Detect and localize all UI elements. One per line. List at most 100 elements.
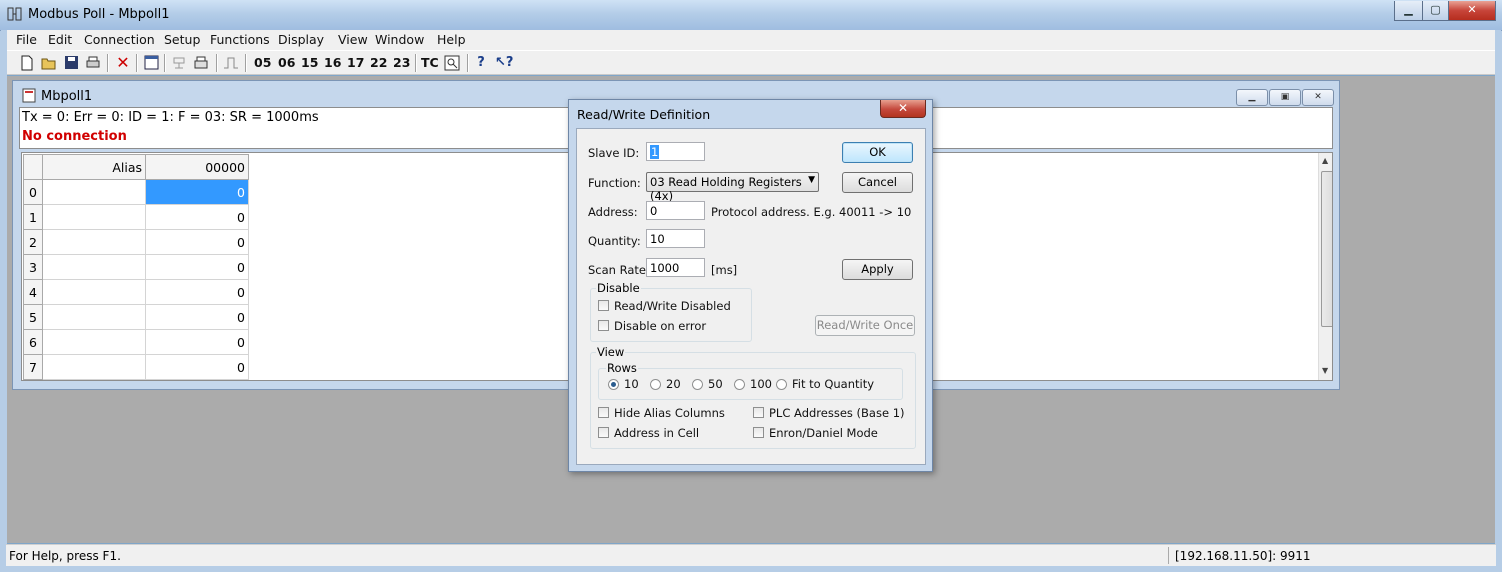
alias-cell[interactable] <box>42 304 146 330</box>
tc-button[interactable]: TC <box>421 55 439 70</box>
menu-file[interactable]: File <box>16 32 37 47</box>
hide-alias-checkbox[interactable] <box>598 407 609 418</box>
table-row[interactable]: 60 <box>23 329 249 355</box>
row-header[interactable]: 1 <box>23 204 43 230</box>
slave-id-field[interactable]: 1 <box>646 142 705 161</box>
table-row[interactable]: 30 <box>23 254 249 280</box>
column-header-alias[interactable]: Alias <box>42 154 146 180</box>
menu-help[interactable]: Help <box>437 32 466 47</box>
read-write-definition-dialog[interactable]: Read/Write Definition ✕ Slave ID: 1 OK F… <box>568 99 933 472</box>
minimize-icon[interactable]: ▁ <box>1394 1 1423 21</box>
alias-cell[interactable] <box>42 329 146 355</box>
vertical-scrollbar[interactable]: ▲ ▼ <box>1318 153 1332 380</box>
table-row[interactable]: 40 <box>23 279 249 305</box>
disable-on-error-label: Disable on error <box>614 319 707 333</box>
row-header[interactable]: 3 <box>23 254 43 280</box>
rows-20-radio[interactable] <box>650 379 661 390</box>
child-minimize-icon[interactable]: ▁ <box>1236 89 1268 106</box>
scan-rate-field[interactable]: 1000 <box>646 258 705 277</box>
menu-display[interactable]: Display <box>278 32 324 47</box>
row-header[interactable]: 4 <box>23 279 43 305</box>
enron-mode-checkbox[interactable] <box>753 427 764 438</box>
cancel-button[interactable]: Cancel <box>842 172 913 193</box>
value-cell[interactable]: 0 <box>145 254 249 280</box>
value-cell[interactable]: 0 <box>145 279 249 305</box>
rows-100-radio[interactable] <box>734 379 745 390</box>
context-help-icon[interactable]: ↖? <box>495 55 513 71</box>
table-row[interactable]: 20 <box>23 229 249 255</box>
value-cell[interactable]: 0 <box>145 204 249 230</box>
menu-edit[interactable]: Edit <box>48 32 72 47</box>
fc-15-button[interactable]: 15 <box>301 55 318 70</box>
scroll-thumb[interactable] <box>1321 171 1332 327</box>
plc-addresses-checkbox[interactable] <box>753 407 764 418</box>
menu-connection[interactable]: Connection <box>84 32 155 47</box>
address-field[interactable]: 0 <box>646 201 705 220</box>
column-header-address[interactable]: 00000 <box>145 154 249 180</box>
fc-06-button[interactable]: 06 <box>278 55 295 70</box>
value-cell[interactable]: 0 <box>145 354 249 380</box>
address-in-cell-checkbox[interactable] <box>598 427 609 438</box>
value-cell[interactable]: 0 <box>145 229 249 255</box>
alias-cell[interactable] <box>42 204 146 230</box>
traffic-monitor-icon[interactable] <box>444 55 460 71</box>
row-header[interactable]: 7 <box>23 354 43 380</box>
menu-setup[interactable]: Setup <box>164 32 200 47</box>
alias-cell[interactable] <box>42 279 146 305</box>
new-file-icon[interactable] <box>19 55 35 71</box>
disconnect-icon[interactable] <box>193 55 209 71</box>
dialog-close-icon[interactable]: ✕ <box>880 100 926 118</box>
disable-on-error-checkbox[interactable] <box>598 320 609 331</box>
child-close-icon[interactable]: ✕ <box>1302 89 1334 106</box>
table-row[interactable]: 00 <box>23 179 249 205</box>
fc-23-button[interactable]: 23 <box>393 55 410 70</box>
value-cell[interactable]: 0 <box>145 179 249 205</box>
table-row[interactable]: 50 <box>23 304 249 330</box>
fc-22-button[interactable]: 22 <box>370 55 387 70</box>
menu-functions[interactable]: Functions <box>210 32 270 47</box>
table-row[interactable]: 70 <box>23 354 249 380</box>
help-icon[interactable]: ? <box>473 55 489 71</box>
menu-window[interactable]: Window <box>375 32 424 47</box>
value-cell[interactable]: 0 <box>145 329 249 355</box>
print-icon[interactable] <box>85 55 101 71</box>
row-header[interactable]: 6 <box>23 329 43 355</box>
row-header[interactable]: 2 <box>23 229 43 255</box>
alias-cell[interactable] <box>42 254 146 280</box>
connect-icon[interactable] <box>171 55 187 71</box>
row-header[interactable]: 5 <box>23 304 43 330</box>
function-select[interactable]: 03 Read Holding Registers (4x) ▼ <box>646 172 819 203</box>
scroll-up-icon[interactable]: ▲ <box>1322 156 1328 165</box>
slave-id-label: Slave ID: <box>588 146 640 160</box>
maximize-icon[interactable]: ▢ <box>1422 1 1449 21</box>
table-row[interactable]: 10 <box>23 204 249 230</box>
menu-view[interactable]: View <box>338 32 368 47</box>
child-restore-icon[interactable]: ▣ <box>1269 89 1301 106</box>
pulse-icon[interactable] <box>223 55 239 71</box>
delete-icon[interactable]: ✕ <box>115 55 131 71</box>
ok-button[interactable]: OK <box>842 142 913 163</box>
apply-button[interactable]: Apply <box>842 259 913 280</box>
modbus-app-icon[interactable] <box>7 6 23 22</box>
rows-10-radio[interactable] <box>608 379 619 390</box>
main-titlebar[interactable]: Modbus Poll - Mbpoll1 ▁ ▢ ✕ <box>0 0 1502 31</box>
rw-disabled-checkbox[interactable] <box>598 300 609 311</box>
alias-cell[interactable] <box>42 229 146 255</box>
read-write-once-button[interactable]: Read/Write Once <box>815 315 915 336</box>
save-icon[interactable] <box>63 55 79 71</box>
scroll-down-icon[interactable]: ▼ <box>1322 366 1328 375</box>
alias-cell[interactable] <box>42 354 146 380</box>
window-icon[interactable] <box>143 55 159 71</box>
fc-16-button[interactable]: 16 <box>324 55 341 70</box>
fc-05-button[interactable]: 05 <box>254 55 271 70</box>
fc-17-button[interactable]: 17 <box>347 55 364 70</box>
value-cell[interactable]: 0 <box>145 304 249 330</box>
rows-fit-radio[interactable] <box>776 379 787 390</box>
close-icon[interactable]: ✕ <box>1448 1 1496 21</box>
register-table[interactable]: Alias 00000 0010203040506070 <box>23 154 249 380</box>
row-header[interactable]: 0 <box>23 179 43 205</box>
alias-cell[interactable] <box>42 179 146 205</box>
open-folder-icon[interactable] <box>41 55 57 71</box>
quantity-field[interactable]: 10 <box>646 229 705 248</box>
rows-50-radio[interactable] <box>692 379 703 390</box>
